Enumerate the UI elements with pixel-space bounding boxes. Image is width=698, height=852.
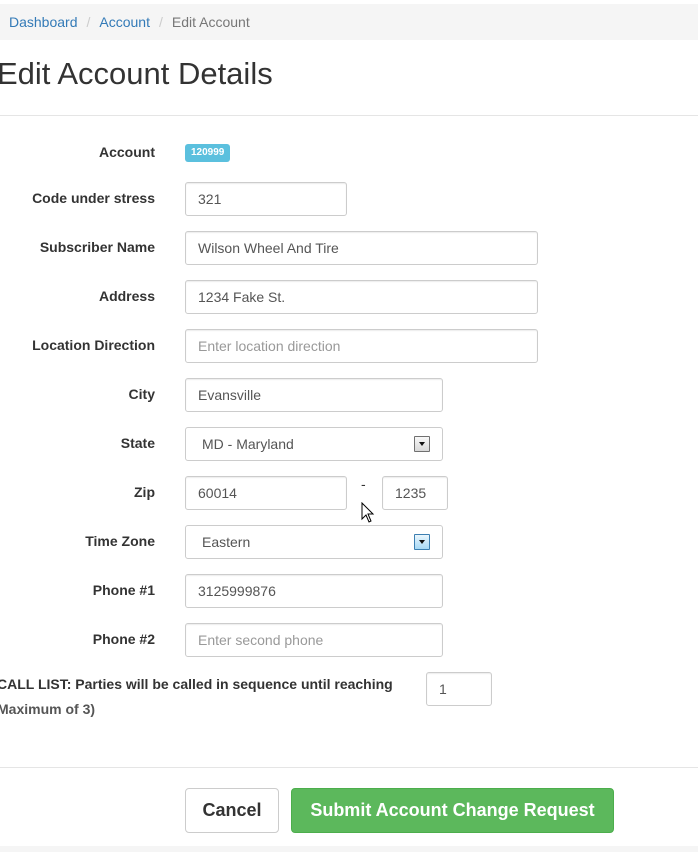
state-select-value: MD - Maryland [202,436,294,452]
zip-extension-input[interactable] [382,476,448,510]
submit-account-change-request-button[interactable]: Submit Account Change Request [291,788,614,833]
breadcrumb-current: Edit Account [171,14,250,30]
phone-1-label: Phone #1 [92,582,155,598]
phone-1-input[interactable] [185,574,443,608]
subscriber-name-label: Subscriber Name [39,239,155,255]
time-zone-select-value: Eastern [202,534,251,550]
city-label: City [128,386,155,402]
location-direction-input[interactable] [185,329,538,363]
breadcrumb-account-link[interactable]: Account [99,14,150,30]
chevron-down-icon[interactable] [414,436,430,452]
page-title: Edit Account Details [0,56,273,91]
breadcrumb: Dashboard / Account / Edit Account [0,4,698,40]
zip-separator: - [361,476,366,492]
account-number-badge: 120999 [185,144,231,162]
cancel-button[interactable]: Cancel [185,788,279,833]
mouse-pointer-icon [361,502,375,523]
call-list-label-line-1: CALL LIST: Parties will be called in seq… [0,676,393,692]
call-list-label-line-2: Maximum of 3) [0,701,96,717]
address-input[interactable] [185,280,538,314]
subscriber-name-input[interactable] [185,231,538,265]
account-label: Account [99,144,155,160]
time-zone-select[interactable]: Eastern [185,525,443,559]
title-divider [0,115,698,116]
breadcrumb-separator: / [86,14,91,30]
breadcrumb-separator: / [158,14,163,30]
time-zone-label: Time Zone [85,533,155,549]
city-input[interactable] [185,378,443,412]
phone-2-input[interactable] [185,623,443,657]
address-label: Address [98,288,155,304]
chevron-down-icon[interactable] [414,534,430,550]
code-under-stress-label: Code under stress [32,190,155,206]
location-direction-label: Location Direction [32,337,155,353]
zip-label: Zip [134,484,155,500]
code-under-stress-input[interactable] [185,182,347,216]
footer-band [0,846,698,852]
state-select[interactable]: MD - Maryland [185,427,443,461]
breadcrumb-dashboard-link[interactable]: Dashboard [9,14,78,30]
state-label: State [120,435,155,451]
call-list-label: CALL LIST: Parties will be called in seq… [0,672,417,722]
phone-2-label: Phone #2 [92,631,155,647]
zip-input[interactable] [185,476,347,510]
form-footer-divider [0,767,698,768]
call-list-input[interactable] [426,672,492,706]
